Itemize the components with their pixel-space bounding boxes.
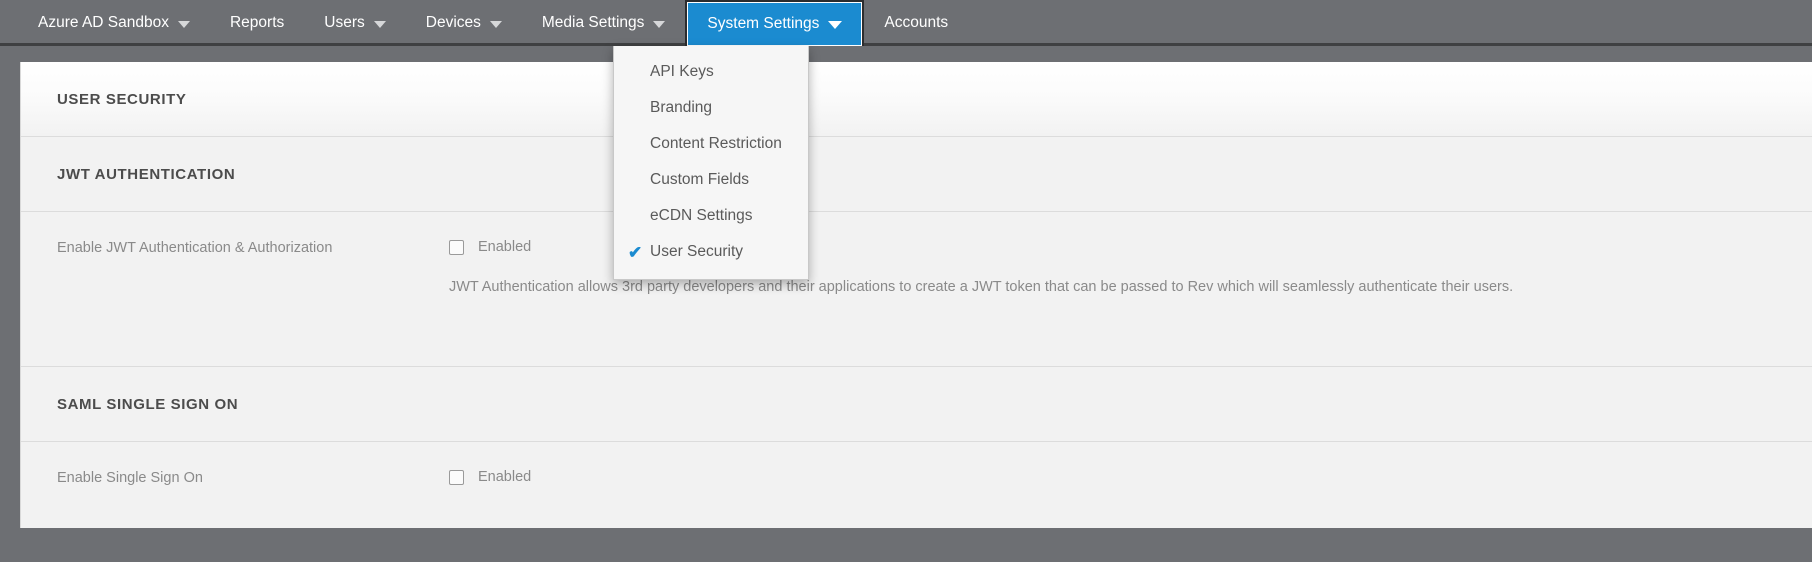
nav-item-devices[interactable]: Devices [406, 0, 522, 46]
nav-item-label: Media Settings [542, 14, 645, 32]
dropdown-item-label: eCDN Settings [650, 207, 753, 225]
dropdown-item-label: Branding [650, 99, 712, 117]
top-navigation-bar: Azure AD Sandbox Reports Users Devices M… [0, 0, 1812, 46]
dropdown-item-branding[interactable]: ✔ Branding [614, 90, 808, 126]
nav-item-media-settings[interactable]: Media Settings [522, 0, 686, 46]
chevron-down-icon [653, 21, 665, 28]
nav-item-label: Accounts [884, 14, 948, 32]
dropdown-item-custom-fields[interactable]: ✔ Custom Fields [614, 162, 808, 198]
nav-item-accounts[interactable]: Accounts [864, 0, 968, 46]
nav-item-label: Users [324, 14, 364, 32]
dropdown-item-ecdn-settings[interactable]: ✔ eCDN Settings [614, 198, 808, 234]
chevron-down-icon [178, 21, 190, 28]
checkbox-group: Enabled [449, 468, 1788, 485]
dropdown-item-content-restriction[interactable]: ✔ Content Restriction [614, 126, 808, 162]
setting-control-group: Enabled [449, 468, 1788, 485]
system-settings-dropdown-menu: ✔ API Keys ✔ Branding ✔ Content Restrict… [613, 46, 809, 280]
dropdown-item-label: Custom Fields [650, 171, 749, 189]
nav-item-reports[interactable]: Reports [210, 0, 304, 46]
nav-item-system-settings[interactable]: System Settings [685, 0, 864, 46]
setting-row-enable-jwt-authentication: Enable JWT Authentication & Authorizatio… [21, 212, 1812, 367]
page-title: USER SECURITY [21, 62, 1812, 137]
settings-panel: USER SECURITY JWT AUTHENTICATION Enable … [20, 62, 1812, 528]
dropdown-item-api-keys[interactable]: ✔ API Keys [614, 54, 808, 90]
checkbox-label[interactable]: Enabled [478, 469, 531, 485]
chevron-down-icon [828, 21, 842, 29]
page-background: USER SECURITY JWT AUTHENTICATION Enable … [0, 49, 1812, 562]
nav-item-label: Reports [230, 14, 284, 32]
dropdown-item-user-security[interactable]: ✔ User Security [614, 234, 808, 270]
setting-label: Enable Single Sign On [57, 468, 449, 486]
nav-item-users[interactable]: Users [304, 0, 405, 46]
dropdown-item-label: User Security [650, 243, 743, 261]
setting-label: Enable JWT Authentication & Authorizatio… [57, 238, 449, 256]
check-icon: ✔ [628, 244, 646, 261]
nav-item-azure-ad-sandbox[interactable]: Azure AD Sandbox [18, 0, 210, 46]
section-heading-saml-single-sign-on: SAML SINGLE SIGN ON [21, 367, 1812, 442]
checkbox-label[interactable]: Enabled [478, 239, 531, 255]
enable-single-sign-on-checkbox[interactable] [449, 470, 464, 485]
setting-description: JWT Authentication allows 3rd party deve… [449, 277, 1609, 298]
nav-item-label: Azure AD Sandbox [38, 14, 169, 32]
section-heading-jwt-authentication: JWT AUTHENTICATION [21, 137, 1812, 212]
nav-item-label: System Settings [707, 15, 819, 33]
dropdown-item-label: Content Restriction [650, 135, 782, 153]
setting-row-enable-single-sign-on: Enable Single Sign On Enabled [21, 442, 1812, 528]
chevron-down-icon [374, 21, 386, 28]
dropdown-item-label: API Keys [650, 63, 714, 81]
enable-jwt-authentication-checkbox[interactable] [449, 240, 464, 255]
chevron-down-icon [490, 21, 502, 28]
nav-item-label: Devices [426, 14, 481, 32]
